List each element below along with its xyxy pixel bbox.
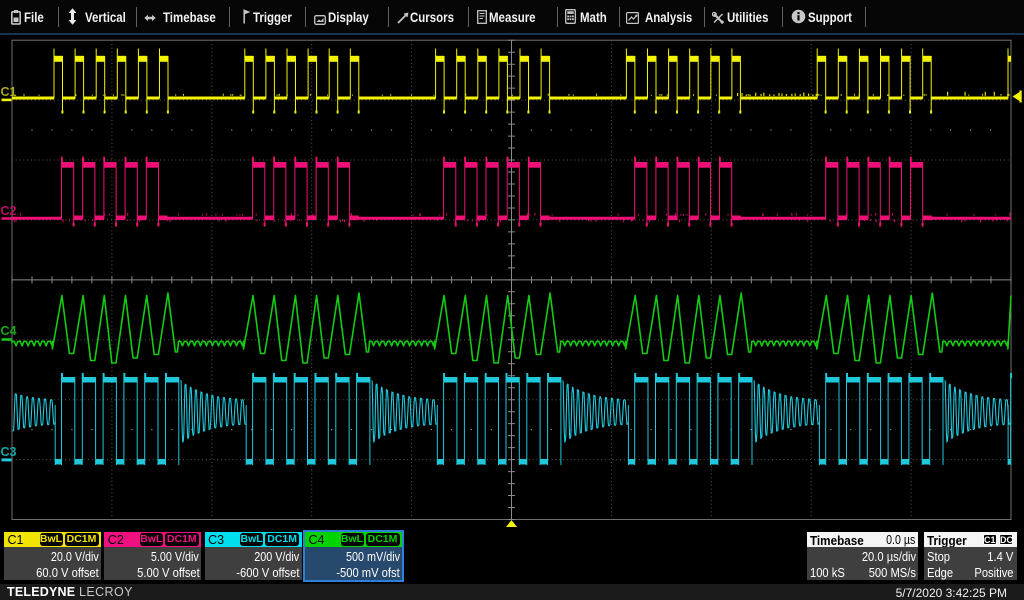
svg-text:C2: C2 [1, 204, 17, 218]
svg-text:C1: C1 [1, 85, 17, 99]
svg-text:C3: C3 [1, 445, 17, 459]
svg-text:C4: C4 [1, 324, 17, 338]
